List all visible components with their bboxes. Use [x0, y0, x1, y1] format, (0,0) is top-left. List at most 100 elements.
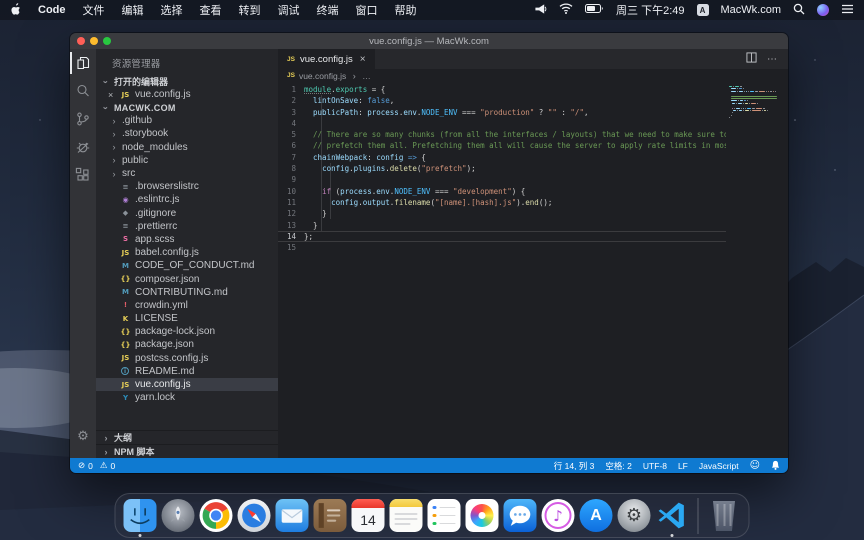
tab-close-icon[interactable]: ×	[360, 54, 366, 65]
project-folder-section[interactable]: › MACWK.COM	[96, 101, 278, 114]
dock-contacts-icon[interactable]	[314, 499, 347, 532]
file-item--github[interactable]: ›.github	[96, 114, 278, 127]
eol-setting[interactable]: LF	[678, 461, 688, 471]
code-line-7[interactable]: 7 chainWebpack: config => {	[278, 152, 726, 163]
code-line-13[interactable]: 13 }	[278, 220, 726, 231]
menubar-menu-item[interactable]: 编辑	[122, 2, 144, 18]
file-item-package-json[interactable]: {}package.json	[96, 338, 278, 351]
menubar-menu-item[interactable]: 文件	[83, 2, 105, 18]
dock-trash-icon[interactable]	[708, 499, 741, 532]
file-item-code-of-conduct-md[interactable]: MCODE_OF_CONDUCT.md	[96, 259, 278, 272]
file-item--prettierrc[interactable]: ≡.prettierrc	[96, 220, 278, 233]
indentation-setting[interactable]: 空格: 2	[605, 460, 631, 472]
menubar-menu-item[interactable]: 调试	[278, 2, 300, 18]
menubar-menu-item[interactable]: 窗口	[356, 2, 378, 18]
file-item-yarn-lock[interactable]: Yyarn.lock	[96, 391, 278, 404]
file-item--gitignore[interactable]: ◆.gitignore	[96, 207, 278, 220]
file-item-app-scss[interactable]: Sapp.scss	[96, 233, 278, 246]
code-line-14[interactable]: 14};	[278, 231, 726, 242]
file-item-package-lock-json[interactable]: {}package-lock.json	[96, 325, 278, 338]
breadcrumb-file[interactable]: vue.config.js	[299, 71, 346, 81]
code-line-6[interactable]: 6 // prefetch them all. Prefetching them…	[278, 140, 726, 151]
notification-center-icon[interactable]	[841, 4, 854, 17]
dock-safari-icon[interactable]	[238, 499, 271, 532]
dock-system-preferences-icon[interactable]: ⚙	[618, 499, 651, 532]
menubar-menu-item[interactable]: 查看	[200, 2, 222, 18]
file-item--eslintrc-js[interactable]: ◉.eslintrc.js	[96, 193, 278, 206]
dock-reminders-icon[interactable]	[428, 499, 461, 532]
file-item-license[interactable]: KLICENSE	[96, 312, 278, 325]
dock-launchpad-icon[interactable]	[162, 499, 195, 532]
file-item-src[interactable]: ›src	[96, 167, 278, 180]
npm-scripts-section[interactable]: › NPM 脚本	[96, 444, 278, 458]
file-item-node-modules[interactable]: ›node_modules	[96, 141, 278, 154]
menubar-menu-item[interactable]: 终端	[317, 2, 339, 18]
breadcrumb-symbol[interactable]: …	[362, 71, 371, 81]
menubar-menu-item[interactable]: 帮助	[395, 2, 417, 18]
menubar-account-label[interactable]: MacWk.com	[721, 4, 782, 16]
code-line-10[interactable]: 10 if (process.env.NODE_ENV === "develop…	[278, 186, 726, 197]
language-mode[interactable]: JavaScript	[699, 461, 739, 471]
code-line-12[interactable]: 12 }	[278, 208, 726, 219]
code-line-4[interactable]: 4	[278, 118, 726, 129]
apple-menu-icon[interactable]	[10, 2, 21, 18]
open-editor-item[interactable]: × JS vue.config.js	[96, 88, 278, 101]
more-actions-icon[interactable]: ⋯	[767, 54, 778, 65]
code-line-1[interactable]: 1module.exports = {	[278, 84, 726, 95]
code-line-11[interactable]: 11 config.output.filename("[name].[hash]…	[278, 197, 726, 208]
file-item-contributing-md[interactable]: MCONTRIBUTING.md	[96, 286, 278, 299]
dock-music-icon[interactable]: ♪	[542, 499, 575, 532]
dock-app-store-icon[interactable]: A	[580, 499, 613, 532]
dock-calendar-icon[interactable]: 14	[352, 499, 385, 532]
dock-messages-icon[interactable]	[504, 499, 537, 532]
search-icon[interactable]	[70, 77, 96, 105]
code-editor[interactable]: 1module.exports = {2 lintOnSave: false,3…	[278, 82, 788, 458]
dock-chrome-icon[interactable]	[200, 499, 233, 532]
file-item-vue-config-js[interactable]: JSvue.config.js	[96, 378, 278, 391]
file-item--browserslistrc[interactable]: ≡.browserslistrc	[96, 180, 278, 193]
wifi-icon[interactable]	[559, 3, 573, 17]
open-editors-section[interactable]: › 打开的编辑器	[96, 75, 278, 88]
menubar-app-name[interactable]: Code	[38, 4, 66, 16]
menubar-clock[interactable]: 周三 下午2:49	[616, 2, 684, 18]
code-line-9[interactable]: 9	[278, 174, 726, 185]
encoding-setting[interactable]: UTF-8	[643, 461, 667, 471]
notifications-bell-icon[interactable]	[771, 460, 780, 472]
breadcrumb[interactable]: JS vue.config.js › …	[278, 69, 788, 82]
extensions-icon[interactable]	[70, 161, 96, 189]
input-source-icon[interactable]: A	[697, 4, 709, 16]
minimap[interactable]	[729, 86, 783, 122]
menubar-menu-item[interactable]: 选择	[161, 2, 183, 18]
problems-indicator[interactable]: ⊘ 0 ⚠ 0	[78, 461, 115, 471]
close-icon[interactable]: ×	[108, 90, 116, 100]
dock-vscode-icon[interactable]	[656, 499, 689, 532]
menubar-menu-item[interactable]: 转到	[239, 2, 261, 18]
outline-section[interactable]: › 大纲	[96, 430, 278, 444]
code-line-3[interactable]: 3 publicPath: process.env.NODE_ENV === "…	[278, 107, 726, 118]
settings-gear-icon[interactable]: ⚙	[70, 422, 96, 450]
notification-megaphone-icon[interactable]	[534, 3, 547, 18]
dock-photos-icon[interactable]	[466, 499, 499, 532]
dock-finder-icon[interactable]	[124, 499, 157, 532]
battery-icon[interactable]	[585, 4, 604, 17]
explorer-icon[interactable]	[70, 49, 96, 77]
file-item-public[interactable]: ›public	[96, 154, 278, 167]
spotlight-search-icon[interactable]	[793, 3, 805, 18]
file-item-babel-config-js[interactable]: JSbabel.config.js	[96, 246, 278, 259]
split-editor-icon[interactable]	[746, 50, 757, 68]
debug-icon[interactable]	[70, 133, 96, 161]
feedback-smiley-icon[interactable]: ☺	[750, 460, 760, 471]
cursor-position[interactable]: 行 14, 列 3	[554, 460, 595, 472]
file-item-readme-md[interactable]: iREADME.md	[96, 365, 278, 378]
window-title-bar[interactable]: vue.config.js — MacWk.com	[70, 33, 788, 49]
dock-mail-icon[interactable]	[276, 499, 309, 532]
code-line-5[interactable]: 5 // There are so many chunks (from all …	[278, 129, 726, 140]
dock-notes-icon[interactable]	[390, 499, 423, 532]
file-item-composer-json[interactable]: {}composer.json	[96, 272, 278, 285]
file-item--storybook[interactable]: ›.storybook	[96, 127, 278, 140]
siri-icon[interactable]	[817, 4, 829, 16]
tab-vue-config-js[interactable]: JS vue.config.js ×	[278, 49, 375, 69]
code-line-2[interactable]: 2 lintOnSave: false,	[278, 95, 726, 106]
file-item-postcss-config-js[interactable]: JSpostcss.config.js	[96, 352, 278, 365]
code-line-8[interactable]: 8 config.plugins.delete("prefetch");	[278, 163, 726, 174]
